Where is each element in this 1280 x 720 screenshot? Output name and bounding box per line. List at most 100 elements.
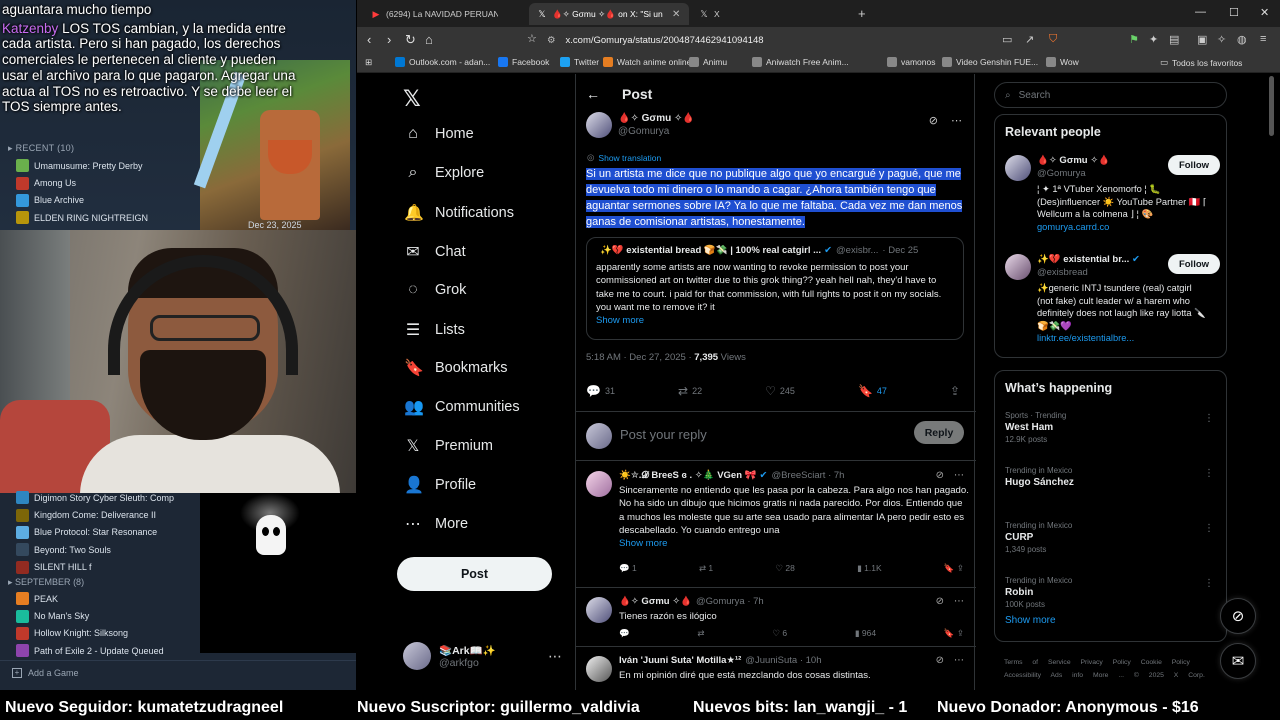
ai-icon[interactable]: ✧ — [1217, 33, 1226, 46]
game-list-item[interactable]: SILENT HILL f — [16, 559, 196, 576]
nav-home[interactable]: ⌂ Home — [404, 125, 474, 143]
tab-x-post[interactable]: 𝕏 🩸✧ Gσmu ✧🩸 on X: "Si un ar ✕ — [529, 3, 689, 25]
avatar[interactable] — [586, 471, 612, 497]
share-action[interactable]: ⇪ — [950, 384, 964, 398]
x-logo-icon[interactable]: 𝕏 — [403, 86, 421, 112]
grok-icon[interactable]: ⊘ — [936, 596, 944, 607]
game-list-item[interactable]: Blue Archive — [16, 192, 196, 209]
reply-author-name[interactable]: ☀️✮.𝓓 BreeS ɞ . ✧🎄 VGen 🎀 — [619, 470, 756, 481]
more-icon[interactable]: ⋮ — [1204, 523, 1214, 534]
reply-action[interactable]: 💬 1 — [619, 563, 637, 574]
bookmark-action[interactable]: 🔖 47 — [858, 384, 887, 398]
reply-author-name[interactable]: 🩸✧ Gσmu ✧🩸 — [619, 596, 692, 607]
person-name[interactable]: ✨💔 existential br... — [1037, 254, 1129, 265]
author-handle[interactable]: @Gomurya — [618, 125, 695, 138]
bookmark-item[interactable]: Animu — [689, 57, 727, 67]
nav-explore[interactable]: ⌕ Explore — [404, 164, 485, 182]
avatar[interactable] — [586, 656, 612, 682]
sidebar-icon[interactable]: ▤ — [1169, 33, 1179, 46]
post-time[interactable]: 5:18 AM · Dec 27, 2025 · — [586, 352, 694, 363]
menu-icon[interactable]: ≡ — [1260, 33, 1266, 45]
avatar[interactable] — [586, 112, 612, 138]
brave-shield-icon[interactable]: ⛉ — [1049, 33, 1057, 46]
nav-profile[interactable]: 👤 Profile — [404, 475, 476, 495]
more-icon[interactable]: ⋮ — [1204, 578, 1214, 589]
trend-item[interactable]: Trending in Mexico Robin 100K posts ⋮ — [1005, 576, 1220, 609]
maximize-icon[interactable]: ☐ — [1229, 6, 1239, 19]
back-arrow-icon[interactable]: ← — [586, 86, 600, 102]
home-icon[interactable]: ⌂ — [425, 32, 433, 47]
person-name[interactable]: 🩸✧ Gσmu ✧🩸 — [1037, 155, 1110, 166]
avatar[interactable] — [1005, 254, 1031, 280]
new-tab-button[interactable]: + — [858, 6, 866, 21]
show-more-link[interactable]: Show more — [1005, 615, 1056, 626]
reply-action[interactable]: 💬 31 — [586, 384, 615, 398]
address-bar[interactable]: ⚙ x.com/Gomurya/status/20048744629410941… — [547, 30, 1077, 50]
reply-action[interactable]: 💬 — [619, 628, 630, 639]
game-list-item[interactable]: PEAK — [16, 590, 196, 607]
game-list-item[interactable]: No Man's Sky — [16, 607, 196, 624]
bookmark-item[interactable]: Outlook.com - adan... — [395, 57, 490, 67]
bookmark-item[interactable]: Facebook — [498, 57, 549, 67]
reply-show-more[interactable]: Show more — [619, 538, 668, 549]
trend-item[interactable]: Sports · Trending West Ham 12.9K posts ⋮ — [1005, 411, 1220, 444]
bookmark-star-icon[interactable]: ☆ — [527, 32, 537, 45]
more-icon[interactable]: ⋯ — [954, 470, 964, 481]
nav-chat[interactable]: ✉ Chat — [404, 242, 465, 262]
repost-action[interactable]: ⇄ 1 — [699, 563, 713, 574]
quoted-post[interactable]: ✨💔 existential bread 🍞💸 | 100% real catg… — [586, 237, 964, 340]
repost-action[interactable]: ⇄ — [697, 628, 704, 639]
wallet-icon[interactable]: ▣ — [1197, 33, 1207, 46]
bookmark-item[interactable]: Wow — [1046, 57, 1079, 67]
reload-icon[interactable]: ↻ — [405, 32, 416, 48]
show-translation-link[interactable]: ◎ Show translation — [587, 152, 661, 163]
vpn-icon[interactable]: ◍ — [1237, 33, 1247, 46]
post-author[interactable]: 🩸✧ Gσmu ✧🩸 @Gomurya — [586, 112, 695, 138]
game-list-item[interactable]: Kingdom Come: Deliverance II — [16, 506, 196, 523]
tab-x[interactable]: 𝕏 X — [691, 3, 851, 25]
nav-communities[interactable]: 👥 Communities — [404, 397, 520, 417]
bookmark-item[interactable]: Twitter — [560, 57, 599, 67]
post-button[interactable]: Post — [397, 557, 552, 591]
more-icon[interactable]: ⋯ — [548, 648, 562, 665]
person-card[interactable]: ✨💔 existential br... ✔ @exisbread ✨gener… — [1005, 254, 1220, 344]
trend-item[interactable]: Trending in Mexico CURP 1,349 posts ⋮ — [1005, 521, 1220, 554]
avatar[interactable] — [1005, 155, 1031, 181]
more-icon[interactable]: ⋯ — [954, 655, 964, 666]
like-action[interactable]: ♡ 6 — [772, 628, 787, 639]
game-list-item[interactable]: Blue Protocol: Star Resonance — [16, 524, 196, 541]
bookmark-item[interactable]: Watch anime online... — [603, 57, 698, 67]
more-icon[interactable]: ⋮ — [1204, 413, 1214, 424]
bookmark-action[interactable]: 🔖 ⇪ — [944, 563, 964, 574]
scrollbar[interactable] — [1269, 76, 1274, 136]
share-icon[interactable]: ↗ — [1025, 33, 1034, 46]
nav-grok[interactable]: ◌ Grok — [404, 281, 466, 299]
nav-bookmarks[interactable]: 🔖 Bookmarks — [404, 358, 508, 378]
close-window-icon[interactable]: ✕ — [1260, 6, 1269, 19]
account-switcher[interactable]: 📚Ark📖✨ @arkfgo ⋯ — [403, 642, 562, 670]
messages-fab-icon[interactable]: ✉ — [1220, 643, 1256, 679]
forward-icon[interactable]: › — [387, 32, 391, 47]
more-icon[interactable]: ⋯ — [951, 115, 962, 127]
reply-post[interactable]: Iván 'Juuni Suta' Motilla★¹² @JuuniSuta … — [576, 648, 976, 690]
views-action[interactable]: ▮ 1.1K — [857, 563, 882, 574]
more-icon[interactable]: ⋯ — [954, 596, 964, 607]
person-card[interactable]: 🩸✧ Gσmu ✧🩸 @Gomurya ¦ ✦ 1ª VTuber Xenomo… — [1005, 155, 1220, 245]
follow-button[interactable]: Follow — [1168, 254, 1220, 274]
tab-youtube[interactable]: ▶ (6294) La NAVIDAD PERUANA es OTR — [363, 3, 529, 25]
nav-more[interactable]: ⋯ More — [404, 514, 468, 534]
views-action[interactable]: ▮ 964 — [855, 628, 876, 639]
game-list-item[interactable]: Beyond: Two Souls — [16, 541, 196, 558]
game-list-item[interactable]: Umamusume: Pretty Derby — [16, 157, 196, 174]
more-icon[interactable]: ⋮ — [1204, 468, 1214, 479]
minimize-icon[interactable]: — — [1195, 6, 1206, 18]
game-list-item[interactable]: ELDEN RING NIGHTREIGN — [16, 209, 196, 226]
quote-show-more[interactable]: Show more — [596, 315, 954, 326]
extension-icon[interactable]: ⚑ — [1129, 33, 1139, 46]
back-icon[interactable]: ‹ — [367, 32, 371, 47]
extensions-icon[interactable]: ✦ — [1149, 33, 1158, 46]
grok-icon[interactable]: ⊘ — [929, 115, 938, 127]
footer-links[interactable]: Terms of Service Privacy Policy Cookie P… — [1004, 656, 1224, 682]
reply-input[interactable]: Post your reply — [620, 427, 707, 442]
bookmark-item[interactable]: vamonos — [887, 57, 936, 67]
